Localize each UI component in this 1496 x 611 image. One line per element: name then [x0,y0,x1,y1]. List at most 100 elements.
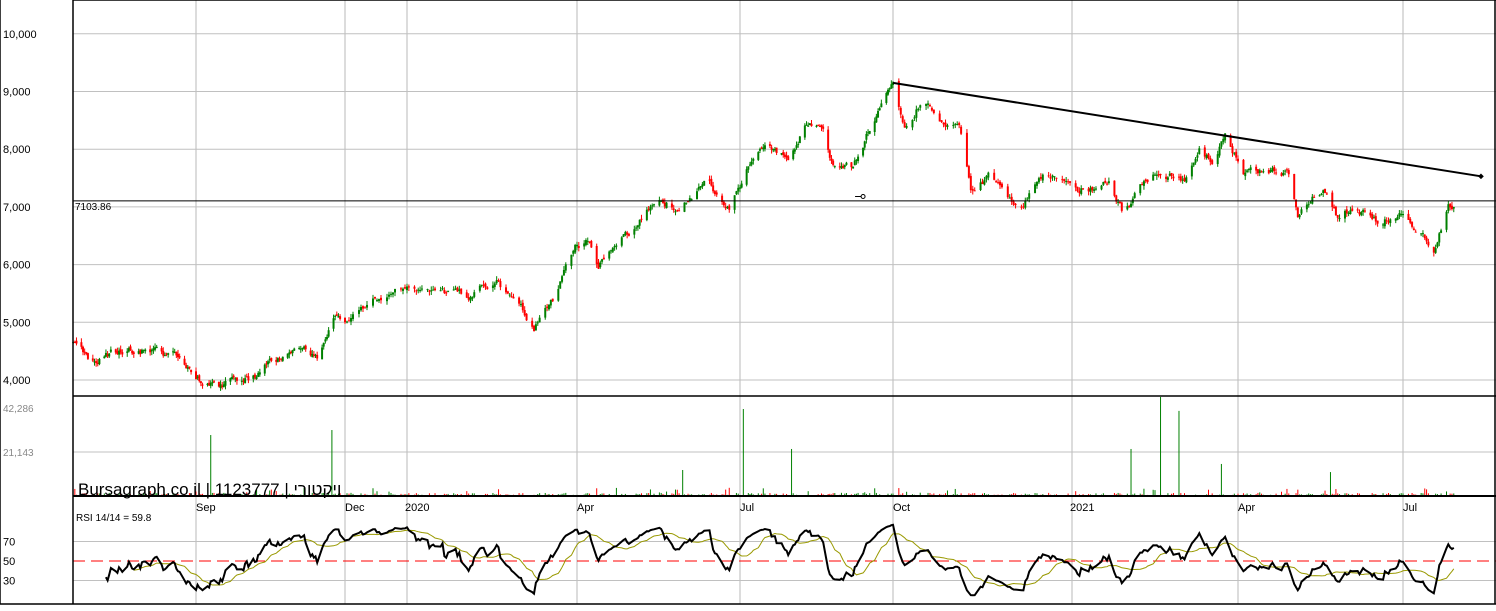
candle-body [402,288,404,291]
trendline-handle [1478,173,1484,180]
candle-body [1396,216,1399,221]
candle-body [1427,241,1430,246]
candle-body [1445,211,1448,230]
candle-body [482,284,485,286]
candle-body [665,202,668,209]
candle-body [129,346,132,351]
candle-body [701,184,704,187]
candle-body [1139,184,1142,194]
candle-body [750,161,753,165]
candle-body [574,244,577,253]
candle-body [622,234,625,237]
candle-body [538,317,541,323]
candle-body [1113,180,1116,196]
candle-body [602,257,605,260]
candle-body [413,286,416,289]
candle-body [352,314,354,320]
candle-body [1117,201,1120,203]
candle-body [534,324,537,331]
candle-body [903,122,906,128]
candle-body [1320,193,1323,195]
candle-body [1438,233,1441,243]
candle-body [613,246,616,248]
candle-body [508,294,511,296]
trendline [892,81,1482,178]
candle-body [674,211,677,213]
candle-body [258,372,261,375]
candle-body [599,262,602,268]
candle-body [1338,218,1341,220]
candle-body [549,300,552,306]
x-tick-label: Apr [1238,502,1255,514]
candle-body [497,280,500,282]
candle-body [1157,174,1160,176]
candle-body [1063,179,1066,182]
candle-body [350,317,352,322]
candle-body [1205,155,1208,159]
candle-body [1190,165,1193,177]
candle-body [1318,195,1321,197]
candle-body [519,304,522,306]
candle-body [1166,177,1169,180]
candle-body [830,158,833,161]
candle-body [626,232,629,235]
candle-body [1333,207,1336,209]
candle-body [499,281,502,288]
candle-body [683,202,686,212]
candle-body [757,152,760,160]
candle-body [512,296,515,299]
candle-body [1012,201,1015,205]
candle-body [445,292,448,294]
candle-body [1055,177,1058,179]
candle-body [1000,183,1003,188]
candle-body [1141,184,1144,186]
candle-body [685,202,688,204]
candle-body [98,358,101,365]
candle-body [865,133,868,140]
candle-body [155,346,158,349]
candle-body [863,141,866,148]
candle-body [1179,176,1182,181]
candle-body [434,288,437,291]
candle-body [873,121,876,133]
candle-body [525,313,528,321]
candle-body [1133,193,1136,198]
candle-body [428,290,431,292]
candle-body [144,349,147,352]
candle-body [559,281,562,289]
candle-body [822,126,825,129]
candle-body [480,284,483,286]
candle-body [439,290,442,292]
candle-body [678,210,681,212]
rsi-signal-line [133,529,1455,587]
candle-body [688,198,691,201]
candles [72,78,1455,391]
candle-body [505,287,508,293]
candle-body [452,289,455,291]
candle-body [1118,201,1121,204]
candle-body [270,357,273,361]
candle-body [460,288,463,294]
candle-body [862,147,865,156]
candle-body [868,131,871,134]
candle-body [304,345,307,350]
candle-body [597,262,600,269]
candle-body [911,119,914,128]
candle-body [335,314,338,316]
x-tick-label: Jul [740,502,754,514]
candle-body [697,186,700,190]
candle-body [1244,172,1247,177]
candle-body [1091,186,1094,191]
candle-body [1235,151,1238,158]
candle-body [1022,206,1025,208]
candle-body [1168,173,1171,176]
candle-body [584,240,587,245]
candle-body [183,358,186,365]
candle-body [1146,179,1149,182]
candle-body [327,330,330,337]
candle-body [1275,172,1278,174]
y-tick-label: 8,000 [3,144,31,156]
candle-body [199,381,202,384]
candle-body [1082,188,1085,190]
candle-body [1409,218,1412,223]
